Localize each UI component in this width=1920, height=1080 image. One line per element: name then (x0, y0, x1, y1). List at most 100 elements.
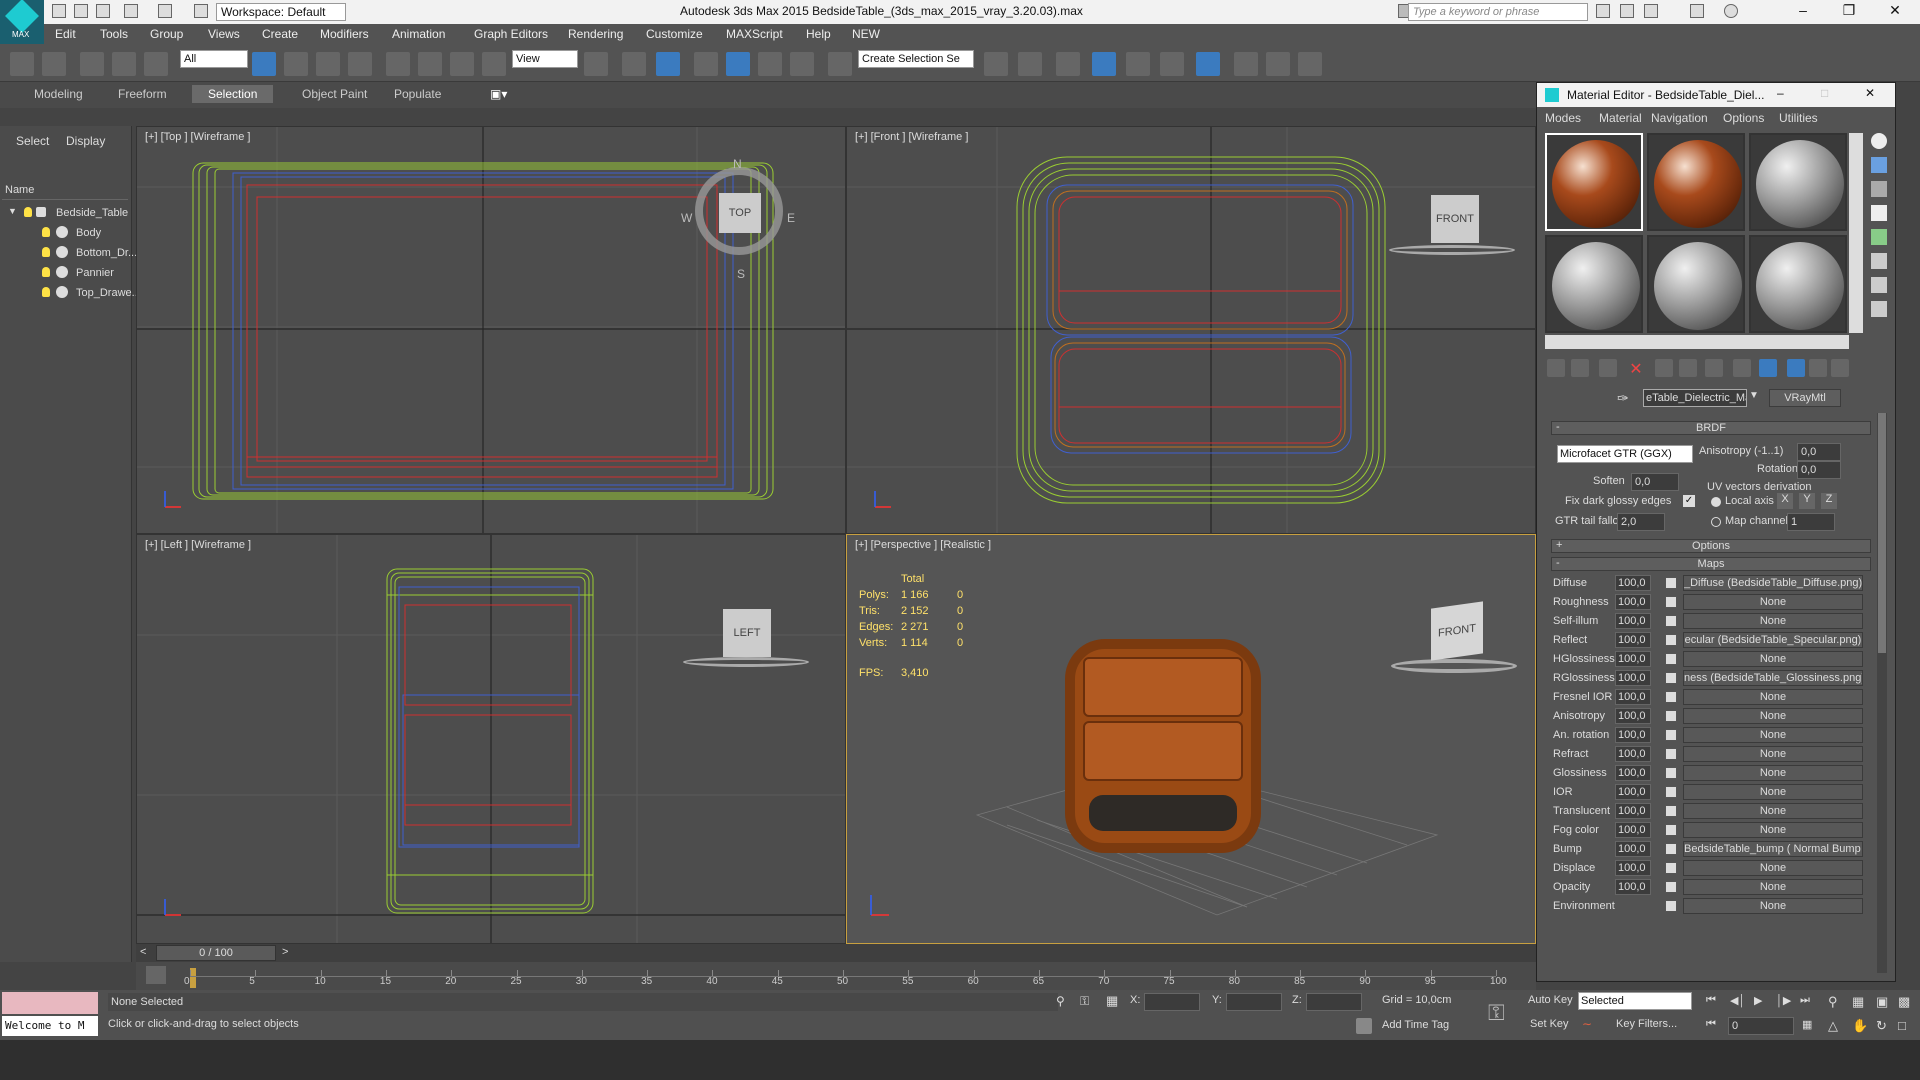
map-enable-checkbox[interactable] (1665, 805, 1677, 817)
tab-freeform[interactable]: Freeform (118, 87, 167, 101)
map-enable-checkbox[interactable] (1665, 596, 1677, 608)
rectangular-selection-icon[interactable] (316, 52, 340, 76)
map-amount[interactable]: 100,0 (1615, 594, 1651, 610)
light-bulb-icon[interactable] (24, 207, 32, 217)
maps-rollup-header[interactable]: - Maps (1551, 557, 1871, 571)
map-amount[interactable]: 100,0 (1615, 575, 1651, 591)
close-x-icon[interactable] (1690, 4, 1704, 18)
mini-curve-editor-icon[interactable] (146, 966, 166, 984)
axis-x-button[interactable]: X (1777, 493, 1793, 509)
brdf-type-dropdown[interactable]: Microfacet GTR (GGX) (1557, 445, 1693, 463)
tree-item-top-drawer[interactable]: Top_Drawe... (0, 284, 141, 304)
fix-dark-checkbox[interactable]: ✓ (1683, 495, 1695, 507)
menu-edit[interactable]: Edit (55, 24, 76, 41)
y-coord-field[interactable] (1226, 993, 1282, 1011)
map-amount[interactable]: 100,0 (1615, 727, 1651, 743)
material-slot-2[interactable] (1647, 133, 1745, 231)
undo-icon[interactable] (124, 4, 138, 18)
local-axis-radio[interactable] (1711, 497, 1721, 507)
prev-frame-icon[interactable]: ◀│ (1730, 994, 1745, 1007)
redo-button-icon[interactable] (42, 52, 66, 76)
render-setup-icon[interactable] (1234, 52, 1258, 76)
mated-menu-utilities[interactable]: Utilities (1779, 111, 1818, 125)
map-slot-button[interactable]: None (1683, 594, 1863, 610)
new-file-icon[interactable] (52, 4, 66, 18)
brdf-rollup-header[interactable]: - BRDF (1551, 421, 1871, 435)
viewcube-ring[interactable] (1389, 245, 1515, 255)
reference-coordinate-dropdown[interactable]: View (512, 50, 578, 68)
mated-minimize-button[interactable]: – (1777, 86, 1784, 100)
map-amount[interactable]: 100,0 (1615, 879, 1651, 895)
tree-item-body[interactable]: Body (0, 224, 130, 244)
map-channel-field[interactable]: 1 (1787, 513, 1835, 531)
binoculars-icon[interactable] (1596, 4, 1610, 18)
fov-icon[interactable]: △ (1828, 1018, 1838, 1034)
mated-menu-modes[interactable]: Modes (1545, 111, 1581, 125)
map-channel-radio[interactable] (1711, 517, 1721, 527)
viewport-perspective-label[interactable]: [+] [Perspective ] [Realistic ] (855, 539, 991, 551)
get-material-icon[interactable] (1547, 359, 1565, 377)
menu-graph-editors[interactable]: Graph Editors (474, 24, 548, 41)
viewport-front-label[interactable]: [+] [Front ] [Wireframe ] (855, 131, 968, 143)
absolute-mode-icon[interactable]: ▦ (1106, 993, 1118, 1009)
track-bar[interactable]: 0 5 10 15 20 25 30 35 40 45 50 55 60 65 70 75 80 85 90 95 10… (136, 962, 1536, 990)
key-tangent-icon[interactable]: ∼ (1582, 1017, 1592, 1031)
tree-collapse-icon[interactable]: ▼ (8, 206, 17, 216)
viewport-left-label[interactable]: [+] [Left ] [Wireframe ] (145, 539, 251, 551)
viewport-left[interactable]: [+] [Left ] [Wireframe ] LEFT (136, 534, 846, 944)
axis-y-button[interactable]: Y (1799, 493, 1815, 509)
menu-rendering[interactable]: Rendering (568, 24, 623, 41)
map-enable-checkbox[interactable] (1665, 767, 1677, 779)
menu-group[interactable]: Group (150, 24, 183, 41)
play-icon[interactable]: ▶ (1754, 994, 1762, 1007)
curve-editor-icon[interactable] (1126, 52, 1150, 76)
menu-customize[interactable]: Customize (646, 24, 703, 41)
schematic-view-icon[interactable] (1160, 52, 1184, 76)
isolate-icon[interactable]: ⚲ (1056, 994, 1065, 1008)
key-mode-dropdown[interactable]: Selected (1578, 992, 1692, 1010)
viewcube-perspective[interactable]: FRONT (1431, 601, 1483, 661)
light-bulb-icon[interactable] (42, 227, 50, 237)
map-slot-button[interactable]: ness (BedsideTable_Glossiness.png) (1683, 670, 1863, 686)
material-editor-titlebar[interactable]: Material Editor - BedsideTable_Diel... –… (1537, 83, 1895, 107)
map-slot-button[interactable]: None (1683, 651, 1863, 667)
viewport-top[interactable]: [+] [Top ] [Wireframe ] TOP N E S W (136, 126, 846, 534)
move-icon[interactable] (386, 52, 410, 76)
percent-snap-icon[interactable] (758, 52, 782, 76)
put-to-scene-icon[interactable] (1571, 359, 1589, 377)
unlink-icon[interactable] (112, 52, 136, 76)
map-slot-button[interactable]: None (1683, 860, 1863, 876)
map-enable-checkbox[interactable] (1665, 729, 1677, 741)
menu-help[interactable]: Help (806, 24, 831, 41)
map-slot-button[interactable]: None (1683, 613, 1863, 629)
material-editor-icon[interactable] (1196, 52, 1220, 76)
menu-views[interactable]: Views (208, 24, 240, 41)
selection-filter-dropdown[interactable]: All (180, 50, 248, 68)
zoom-extents-all-icon[interactable]: ▩ (1898, 994, 1910, 1010)
key-mode-toggle-icon[interactable]: ⏮ (1706, 1018, 1716, 1031)
keyboard-shortcut-override-icon[interactable] (656, 52, 680, 76)
go-forward-sibling-icon[interactable] (1809, 359, 1827, 377)
select-by-name-icon[interactable] (284, 52, 308, 76)
slots-vertical-scrollbar[interactable] (1849, 133, 1863, 333)
orbit-icon[interactable]: ↻ (1876, 1018, 1887, 1034)
explorer-tab-display[interactable]: Display (66, 134, 105, 148)
put-to-library-icon[interactable] (1679, 359, 1697, 377)
menu-maxscript[interactable]: MAXScript (726, 24, 783, 41)
time-config-icon[interactable]: ▦ (1802, 1018, 1812, 1031)
material-navigator-icon[interactable] (1831, 359, 1849, 377)
x-coord-field[interactable] (1144, 993, 1200, 1011)
map-amount[interactable]: 100,0 (1615, 689, 1651, 705)
key-filters-button[interactable]: Key Filters... (1616, 1018, 1677, 1030)
mated-maximize-button[interactable]: □ (1821, 86, 1828, 100)
light-bulb-icon[interactable] (42, 287, 50, 297)
tree-item-pannier[interactable]: Pannier (0, 264, 130, 284)
menu-modifiers[interactable]: Modifiers (320, 24, 369, 41)
render-production-icon[interactable] (1298, 52, 1322, 76)
map-enable-checkbox[interactable] (1665, 634, 1677, 646)
z-coord-field[interactable] (1306, 993, 1362, 1011)
time-next-icon[interactable]: > (282, 946, 288, 958)
soften-field[interactable]: 0,0 (1631, 473, 1679, 491)
time-slider[interactable]: < 0 / 100 > (136, 944, 1536, 962)
material-name-field[interactable]: eTable_Dielectric_Material (1643, 389, 1747, 407)
